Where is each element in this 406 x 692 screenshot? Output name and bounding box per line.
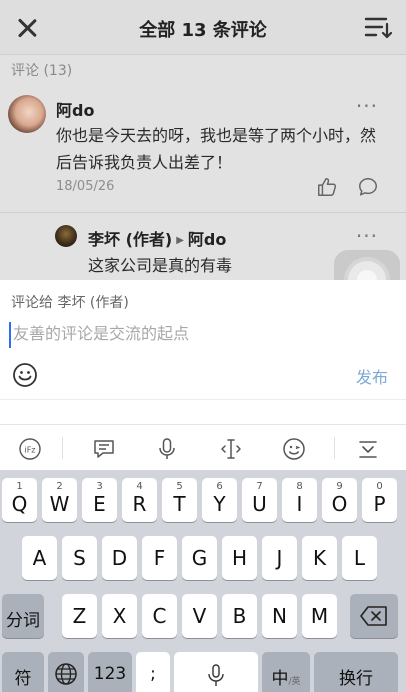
comments-count-label: 评论 (13) (11, 63, 73, 79)
key-w[interactable]: 2W (42, 478, 77, 522)
key-j[interactable]: J (262, 536, 297, 580)
more-options-icon[interactable]: ··· (356, 94, 378, 118)
emoticon-icon[interactable] (282, 437, 306, 461)
like-icon[interactable] (316, 176, 338, 198)
key-q[interactable]: 1Q (2, 478, 37, 522)
sheet-title: 全部 13 条评论 (139, 20, 267, 41)
sort-icon[interactable] (364, 15, 393, 41)
more-options-icon[interactable]: ··· (356, 224, 378, 248)
key-v[interactable]: V (182, 594, 217, 638)
ime-logo-icon[interactable]: iFz (18, 437, 42, 461)
backspace-icon (360, 606, 387, 626)
reply-header: 李坏 (作者) ▶ 阿do (88, 226, 226, 250)
keyboard: 1Q 2W 3E 4R 5T 6Y 7U 8I 9O 0P A S D F G … (0, 470, 406, 692)
key-r[interactable]: 4R (122, 478, 157, 522)
language-switch-key[interactable]: 中/英 (262, 652, 310, 692)
divider (0, 399, 406, 400)
key-s[interactable]: S (62, 536, 97, 580)
comment-text: 你也是今天去的呀，我也是等了两个小时，然后告诉我负责人出差了！ (56, 126, 377, 172)
key-l[interactable]: L (342, 536, 377, 580)
divider (62, 437, 63, 459)
keyboard-toolbar: iFz (0, 424, 406, 470)
key-t[interactable]: 5T (162, 478, 197, 522)
reply-to-label: 评论给 李坏 (作者) (11, 295, 129, 311)
key-f[interactable]: F (142, 536, 177, 580)
avatar[interactable] (8, 95, 46, 133)
backspace-key[interactable] (350, 594, 398, 638)
key-o[interactable]: 9O (322, 478, 357, 522)
comment-date: 18/05/26 (56, 179, 115, 194)
key-a[interactable]: A (22, 536, 57, 580)
emoji-icon[interactable] (12, 362, 38, 388)
divider (334, 437, 335, 459)
microphone-icon (208, 664, 224, 686)
sheet-header: 全部 13 条评论 (0, 0, 406, 55)
hide-keyboard-icon[interactable] (356, 437, 380, 461)
segment-key[interactable]: 分词 (2, 594, 44, 638)
newline-key[interactable]: 换行 (314, 652, 398, 692)
avatar[interactable] (55, 225, 77, 247)
key-c[interactable]: C (142, 594, 177, 638)
comment-sheet: 全部 13 条评论 评论 (13) 阿do ··· 你也是今天去的呀，我也是等了… (0, 0, 406, 280)
reply-arrow-icon: ▶ (176, 235, 184, 246)
key-z[interactable]: Z (62, 594, 97, 638)
key-x[interactable]: X (102, 594, 137, 638)
comment-input[interactable]: 友善的评论是交流的起点 (9, 322, 329, 348)
key-h[interactable]: H (222, 536, 257, 580)
globe-key[interactable] (48, 652, 84, 692)
publish-button[interactable]: 发布 (356, 364, 388, 388)
clipboard-icon[interactable] (92, 437, 116, 461)
key-i[interactable]: 8I (282, 478, 317, 522)
key-y[interactable]: 6Y (202, 478, 237, 522)
svg-text:iFz: iFz (24, 446, 35, 455)
symbol-key[interactable]: 符 (2, 652, 44, 692)
reply-text: 这家公司是真的有毒 (88, 256, 233, 275)
key-u[interactable]: 7U (242, 478, 277, 522)
key-e[interactable]: 3E (82, 478, 117, 522)
key-d[interactable]: D (102, 536, 137, 580)
globe-icon (55, 663, 77, 685)
key-b[interactable]: B (222, 594, 257, 638)
key-k[interactable]: K (302, 536, 337, 580)
key-n[interactable]: N (262, 594, 297, 638)
reply-target[interactable]: 阿do (188, 230, 226, 249)
comment-author[interactable]: 阿do (56, 97, 94, 121)
space-key[interactable] (174, 652, 258, 692)
key-p[interactable]: 0P (362, 478, 397, 522)
reply-icon[interactable] (357, 176, 379, 198)
key-g[interactable]: G (182, 536, 217, 580)
key-m[interactable]: M (302, 594, 337, 638)
semicolon-key[interactable]: ; (136, 652, 170, 692)
reply-author[interactable]: 李坏 (作者) (88, 230, 172, 249)
cursor-move-icon[interactable] (219, 437, 243, 461)
microphone-icon[interactable] (155, 437, 179, 461)
divider (0, 212, 406, 213)
numbers-key[interactable]: 123 (88, 652, 132, 692)
